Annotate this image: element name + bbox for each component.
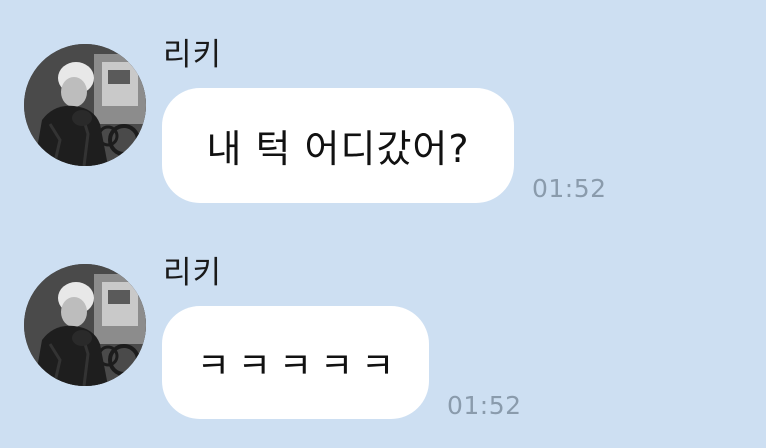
sender-avatar[interactable] [24,44,146,166]
message-row: 리키 ㅋㅋㅋㅋㅋ 01:52 [0,224,766,448]
message-timestamp: 01:52 [532,174,607,203]
sender-name: 리키 [163,37,223,73]
message-bubble[interactable]: 내 턱 어디갔어? [162,88,514,203]
avatar-photo-icon [24,264,146,386]
message-timestamp: 01:52 [447,391,522,420]
message-row: 리키 내 턱 어디갔어? 01:52 [0,0,766,224]
avatar-photo-icon [24,44,146,166]
sender-name: 리키 [163,255,223,291]
chat-room: 리키 내 턱 어디갔어? 01:52 리키 ㅋㅋㅋㅋㅋ 01:52 [0,0,766,448]
message-bubble[interactable]: ㅋㅋㅋㅋㅋ [162,306,429,419]
sender-avatar[interactable] [24,264,146,386]
